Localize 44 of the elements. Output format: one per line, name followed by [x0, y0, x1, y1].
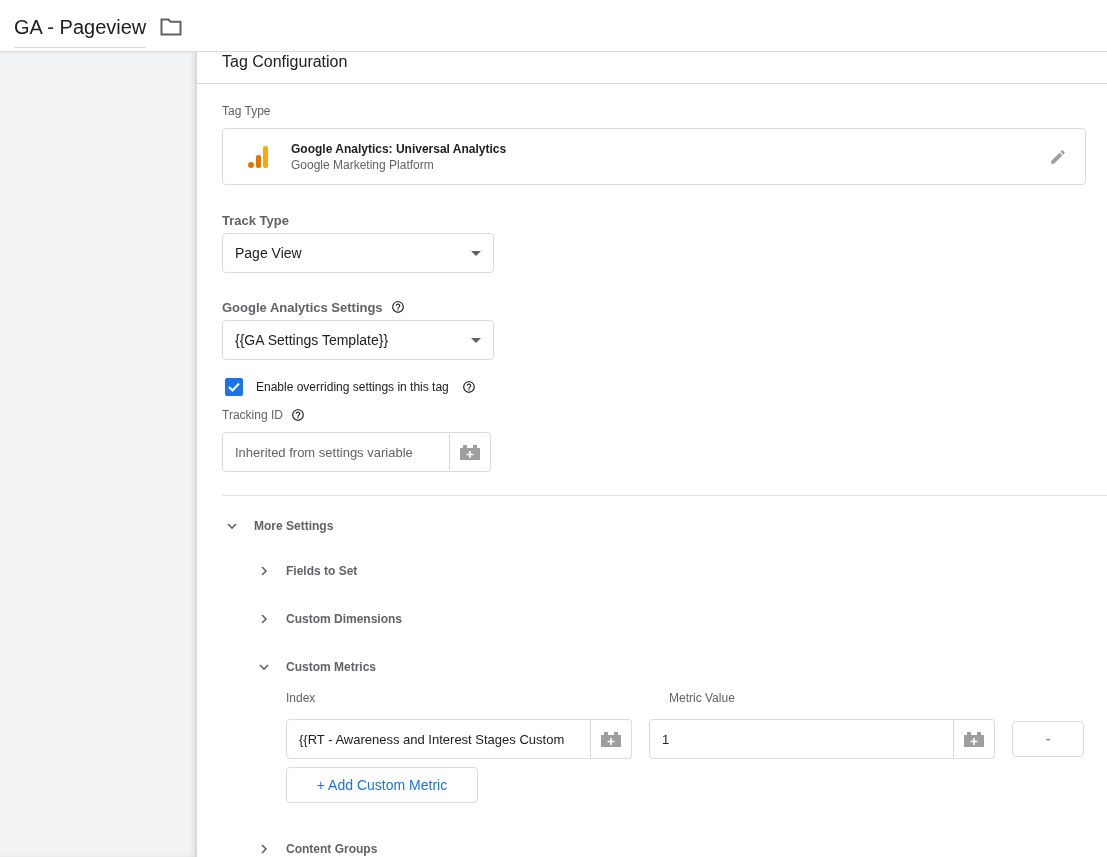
section-toggle[interactable]: Content Groups — [254, 839, 1086, 857]
variable-brick-icon — [962, 731, 986, 747]
variable-button[interactable] — [591, 719, 632, 759]
section-toggle[interactable]: More Settings — [222, 516, 1086, 536]
add-custom-metric-button[interactable]: + Add Custom Metric — [286, 767, 478, 803]
folder-icon[interactable] — [160, 17, 183, 36]
checkbox[interactable] — [225, 378, 243, 396]
section-toggle[interactable]: Custom Metrics — [254, 657, 1086, 677]
metric-value-field[interactable]: 1 — [649, 719, 954, 759]
variable-button[interactable] — [954, 719, 995, 759]
checkbox-label: Enable overriding settings in this tag — [256, 380, 449, 394]
help-icon[interactable] — [290, 408, 305, 422]
index-field[interactable]: {{RT - Awareness and Interest Stages Custom — [286, 719, 591, 759]
chevron-right-icon — [258, 613, 270, 625]
column-label: Index — [286, 691, 317, 705]
remove-button[interactable]: - — [1012, 721, 1084, 757]
bar-chart-logo-icon — [247, 144, 269, 169]
tag-name-title[interactable]: GA - Pageview — [14, 9, 147, 48]
field-label: Track Type — [222, 213, 290, 227]
field-label: Tag Type — [222, 104, 272, 118]
variable-button[interactable] — [450, 432, 491, 472]
column-label: Metric Value — [669, 691, 736, 705]
section-toggle[interactable]: Fields to Set — [254, 561, 1086, 581]
chevron-right-icon — [258, 843, 270, 855]
dropdown-caret-icon — [471, 337, 481, 343]
settings-variable-dropdown[interactable]: {{GA Settings Template}} — [222, 320, 494, 360]
track-type-dropdown[interactable]: Page View — [222, 233, 494, 273]
field-label: Google Analytics Settings — [222, 299, 383, 315]
dropdown-caret-icon — [471, 250, 481, 256]
help-icon[interactable] — [461, 380, 476, 394]
chevron-right-icon — [258, 565, 270, 577]
help-icon[interactable] — [390, 300, 405, 314]
tag-type-vendor: Google Marketing Platform — [291, 157, 435, 172]
tag-type-name: Google Analytics: Universal Analytics — [291, 141, 508, 156]
pencil-icon[interactable] — [1049, 147, 1067, 166]
variable-brick-icon — [458, 444, 482, 460]
tracking-id-field[interactable]: Inherited from settings variable — [222, 432, 450, 472]
tag-type-card[interactable]: Google Analytics: Universal Analytics Google Marketing Platform — [222, 128, 1086, 185]
variable-brick-icon — [599, 731, 623, 747]
section-toggle[interactable]: Custom Dimensions — [254, 609, 1086, 629]
chevron-down-icon — [258, 661, 270, 673]
field-label: Tracking ID — [222, 408, 283, 422]
panel-title: Tag Configuration — [222, 52, 348, 72]
chevron-down-icon — [226, 520, 238, 532]
